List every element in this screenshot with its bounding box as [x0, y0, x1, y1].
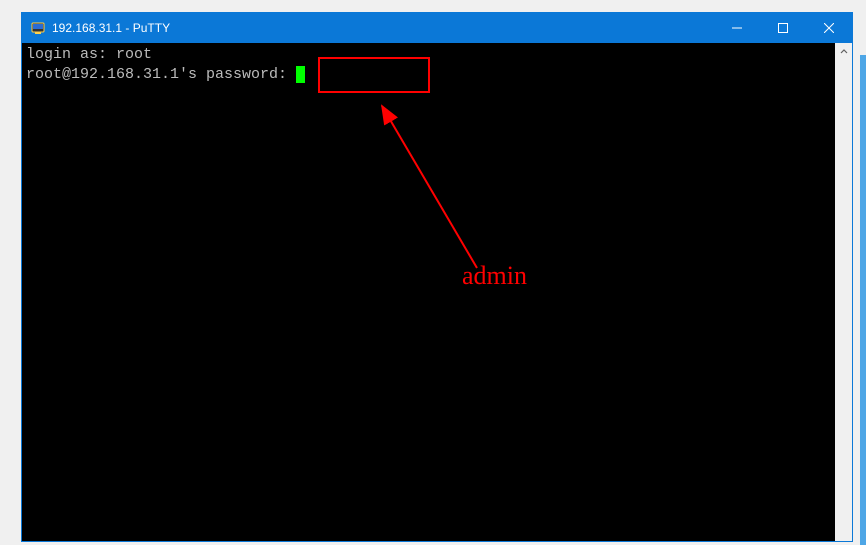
close-button[interactable]	[806, 13, 852, 43]
terminal-line-text: root@192.168.31.1's password:	[26, 66, 296, 83]
scroll-up-icon[interactable]	[835, 43, 852, 60]
window-controls	[714, 13, 852, 43]
terminal-line: login as: root	[26, 45, 831, 65]
terminal-cursor	[296, 66, 305, 83]
window-title: 192.168.31.1 - PuTTY	[52, 21, 170, 35]
putty-icon	[30, 20, 46, 36]
window-titlebar[interactable]: 192.168.31.1 - PuTTY	[22, 13, 852, 43]
page-accent-edge	[860, 55, 866, 545]
maximize-button[interactable]	[760, 13, 806, 43]
terminal-output[interactable]: login as: rootroot@192.168.31.1's passwo…	[22, 43, 835, 541]
terminal-area: login as: rootroot@192.168.31.1's passwo…	[22, 43, 852, 541]
terminal-line: root@192.168.31.1's password:	[26, 65, 831, 85]
vertical-scrollbar[interactable]	[835, 43, 852, 541]
minimize-button[interactable]	[714, 13, 760, 43]
putty-window: 192.168.31.1 - PuTTY login as: rootroot@…	[21, 12, 853, 542]
